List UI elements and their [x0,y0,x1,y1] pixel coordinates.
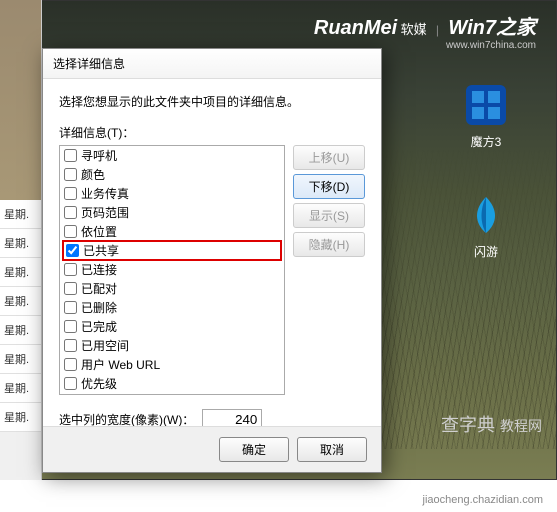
checklist-item-label: 已用空间 [81,337,129,354]
checklist-item-label: 已删除 [81,299,117,316]
logo-bar: RuanMei 软媒 | Win7之家 www.win7china.com [314,11,536,51]
checklist-item-label: 颜色 [81,166,105,183]
checklist-item[interactable]: 已完成 [60,317,284,336]
button-column: 上移(U) 下移(D) 显示(S) 隐藏(H) [293,145,365,395]
checkbox[interactable] [66,244,79,257]
checklist-item-label: 邮箱 [81,394,105,395]
shanyou-icon [462,191,510,239]
checkbox[interactable] [64,282,77,295]
checkbox[interactable] [64,358,77,371]
day-label: 星期. [0,229,41,258]
dialog-footer: 确定 取消 [43,426,381,472]
checklist-item-label: 已共享 [83,242,119,259]
checkbox[interactable] [64,225,77,238]
checklist-item[interactable]: 已用空间 [60,336,284,355]
checkbox[interactable] [64,168,77,181]
checklist-item-label: 已完成 [81,318,117,335]
checklist-item[interactable]: 业务传真 [60,184,284,203]
watermark: 查字典 教程网 [441,411,542,437]
details-checklist[interactable]: 寻呼机颜色业务传真页码范围依位置已共享已连接已配对已删除已完成已用空间用户 We… [59,145,285,395]
cancel-button[interactable]: 取消 [297,437,367,462]
checkbox[interactable] [64,377,77,390]
checkbox[interactable] [64,187,77,200]
checkbox[interactable] [64,206,77,219]
credit-text: jiaocheng.chazidian.com [423,494,543,506]
checkbox[interactable] [64,339,77,352]
show-button[interactable]: 显示(S) [293,203,365,228]
checklist-item[interactable]: 用户 Web URL [60,355,284,374]
list-label: 详细信息(T)： [59,124,365,141]
checklist-item-label: 业务传真 [81,185,129,202]
move-up-button[interactable]: 上移(U) [293,145,365,170]
checkbox[interactable] [64,149,77,162]
checklist-item[interactable]: 寻呼机 [60,146,284,165]
desktop-icon-label: 魔方3 [471,135,502,149]
checklist-item[interactable]: 颜色 [60,165,284,184]
move-down-button[interactable]: 下移(D) [293,174,365,199]
hide-button[interactable]: 隐藏(H) [293,232,365,257]
checklist-item-label: 页码范围 [81,204,129,221]
day-label: 星期. [0,316,41,345]
checklist-item-label: 已连接 [81,261,117,278]
checkbox[interactable] [64,263,77,276]
checklist-item[interactable]: 已连接 [60,260,284,279]
ok-button[interactable]: 确定 [219,437,289,462]
checklist-item[interactable]: 已配对 [60,279,284,298]
left-panel-brown [0,0,41,200]
checklist-item[interactable]: 已删除 [60,298,284,317]
details-dialog: 选择详细信息 选择您想显示的此文件夹中项目的详细信息。 详细信息(T)： 寻呼机… [42,48,382,473]
checklist-item-label: 优先级 [81,375,117,392]
desktop-icon-label: 闪游 [474,245,498,259]
day-label: 星期. [0,403,41,432]
site-title: Win7之家 [448,17,536,39]
desktop-icon-mofang[interactable]: 魔方3 [456,81,516,150]
checkbox[interactable] [64,320,77,333]
dialog-title: 选择详细信息 [43,49,381,79]
day-label: 星期. [0,345,41,374]
dialog-instruction: 选择您想显示的此文件夹中项目的详细信息。 [59,93,365,110]
brand-sub: 软媒 [401,22,427,37]
checklist-item-label: 用户 Web URL [81,356,160,373]
checklist-item-label: 已配对 [81,280,117,297]
checklist-item[interactable]: 依位置 [60,222,284,241]
day-label: 星期. [0,258,41,287]
brand-logo: RuanMei [314,17,397,39]
left-panel: 星期.星期.星期.星期.星期.星期.星期.星期. [0,0,42,480]
desktop-icon-shanyou[interactable]: 闪游 [456,191,516,260]
checkbox[interactable] [64,301,77,314]
checklist-item[interactable]: 页码范围 [60,203,284,222]
checklist-item[interactable]: 已共享 [62,240,282,261]
checklist-item-label: 寻呼机 [81,147,117,164]
checklist-item-label: 依位置 [81,223,117,240]
checklist-item[interactable]: 优先级 [60,374,284,393]
day-label: 星期. [0,287,41,316]
day-label: 星期. [0,200,41,229]
checklist-item[interactable]: 邮箱 [60,393,284,395]
day-label: 星期. [0,374,41,403]
mofang-icon [462,81,510,129]
